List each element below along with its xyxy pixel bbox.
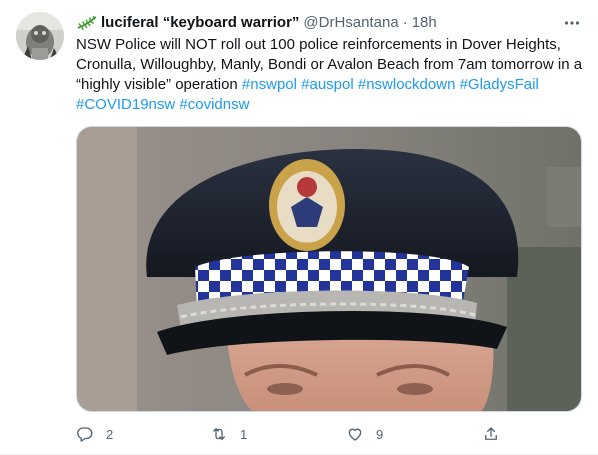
share-icon (485, 427, 497, 440)
tweet-media[interactable] (76, 126, 582, 412)
tweet-text: NSW Police will NOT roll out 100 police … (76, 35, 586, 115)
timestamp[interactable]: 18h (412, 13, 437, 33)
hashtag-link[interactable]: #GladysFail (460, 76, 539, 93)
media-photo (77, 127, 581, 411)
heart-icon (348, 428, 362, 441)
separator-dot: · (402, 14, 408, 31)
hashtag-link[interactable]: #COVID19nsw (76, 96, 175, 113)
user-handle[interactable]: @DrHsantana (303, 13, 398, 33)
retweet-count: 1 (240, 426, 248, 442)
hashtag-link[interactable]: #auspol (301, 76, 354, 93)
fern-icon (77, 15, 97, 31)
display-name[interactable]: luciferal “keyboard warrior” (101, 13, 299, 33)
more-icon[interactable] (562, 13, 582, 33)
retweet-button[interactable]: 1 (210, 420, 247, 448)
action-bar: 2 1 9 (76, 420, 516, 448)
hashtag-link[interactable]: #nswpol (242, 76, 297, 93)
hashtag-link[interactable]: #covidnsw (179, 96, 249, 113)
retweet-icon (213, 428, 225, 440)
reply-button[interactable]: 2 (76, 420, 113, 448)
avatar-image (16, 12, 64, 60)
hashtag-link[interactable]: #nswlockdown (358, 76, 456, 93)
tweet[interactable]: luciferal “keyboard warrior” @DrHsantana… (0, 0, 598, 455)
reply-count: 2 (106, 426, 114, 442)
avatar[interactable] (16, 12, 64, 60)
share-button[interactable] (482, 420, 500, 448)
like-count: 9 (376, 426, 384, 442)
like-button[interactable]: 9 (346, 420, 383, 448)
reply-icon (77, 427, 93, 442)
tweet-header: luciferal “keyboard warrior” @DrHsantana… (76, 13, 582, 33)
